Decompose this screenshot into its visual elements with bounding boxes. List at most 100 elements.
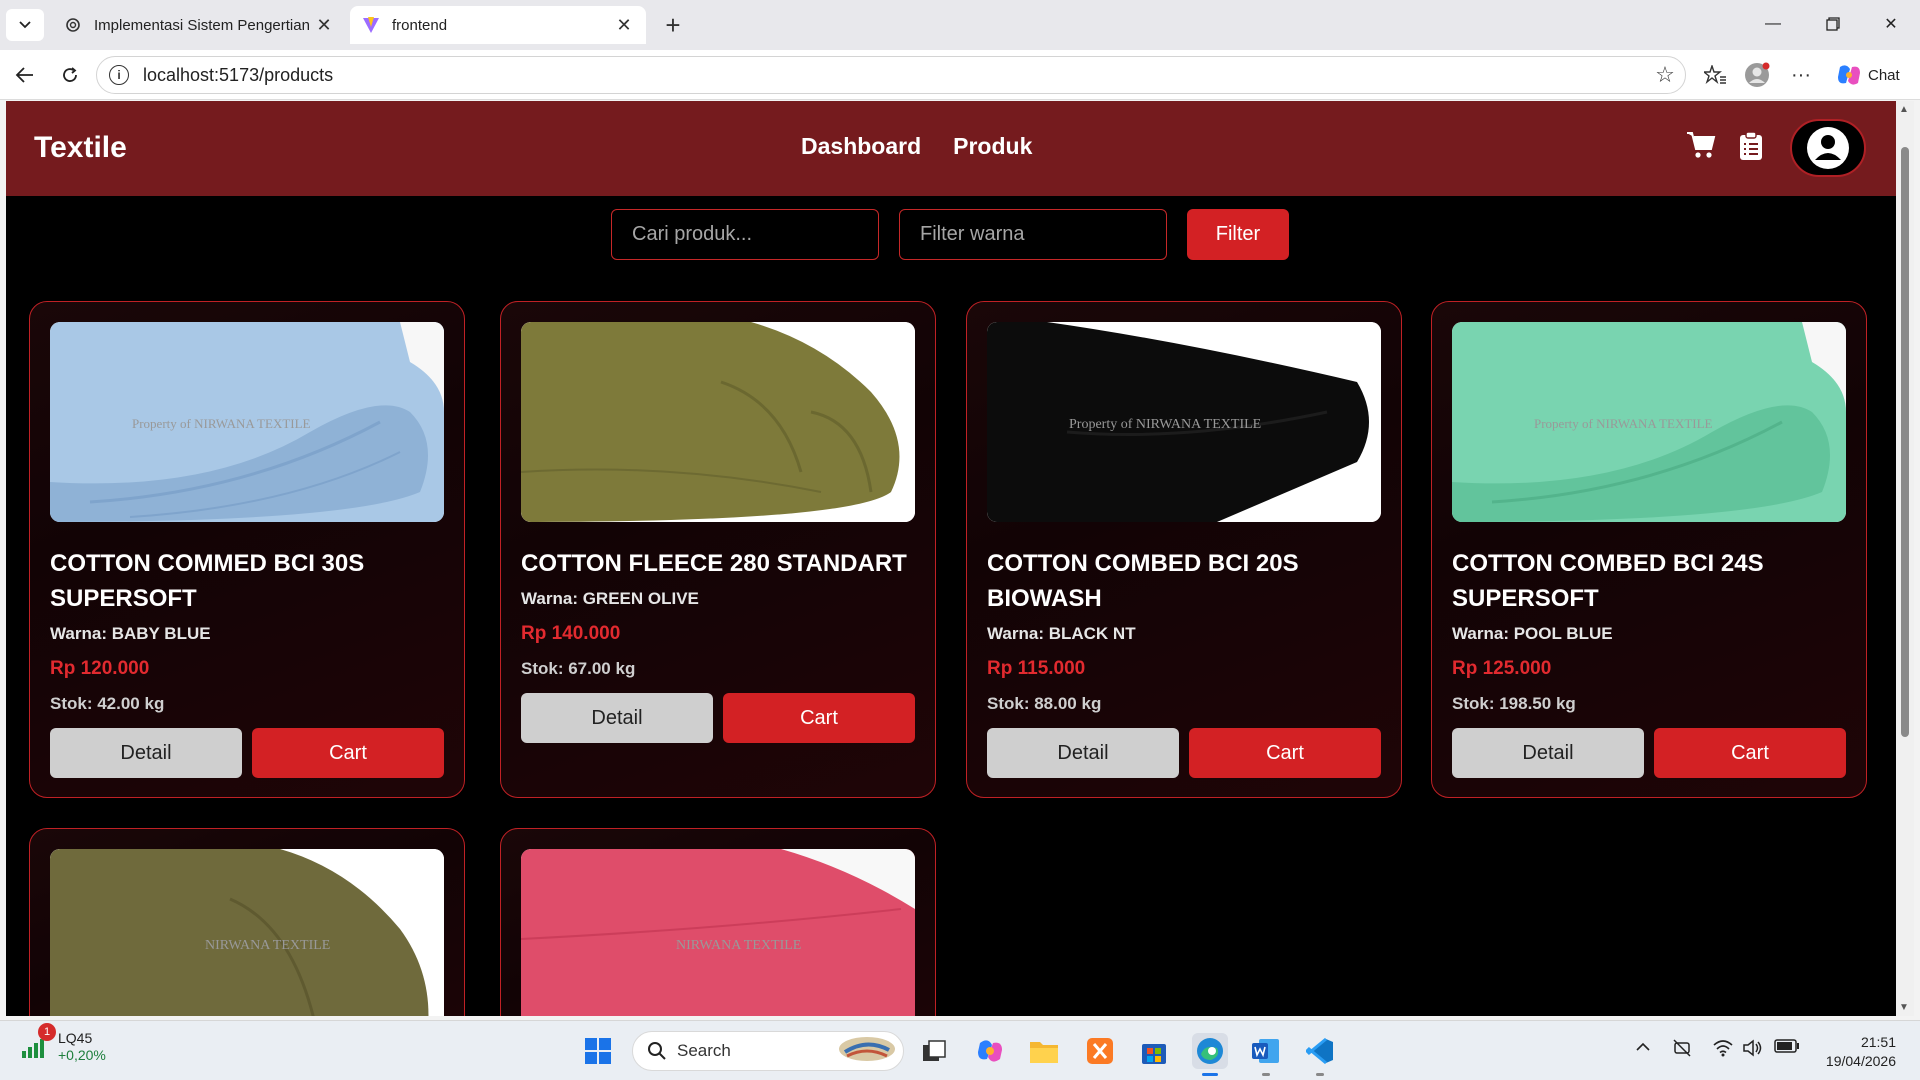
cart-icon[interactable]	[1686, 131, 1716, 164]
search-highlight-icon	[837, 1034, 897, 1069]
more-options-icon[interactable]: ···	[1786, 60, 1816, 90]
stock-ticker: LQ45	[58, 1030, 93, 1046]
product-image[interactable]: Property of NIRWANA TEXTILE	[987, 322, 1381, 522]
product-price: Rp 140.000	[521, 623, 621, 644]
search-product-input[interactable]	[611, 209, 879, 260]
maximize-button[interactable]	[1804, 6, 1862, 42]
detail-button[interactable]: Detail	[1452, 728, 1644, 778]
brand-logo[interactable]: Textile	[34, 131, 127, 165]
product-stock: Stok: 42.00 kg	[50, 694, 165, 713]
copilot-icon	[1838, 65, 1860, 85]
product-image[interactable]: NIRWANA TEXTILE	[521, 849, 915, 1016]
copilot-chat-button[interactable]: Chat	[1832, 60, 1912, 90]
product-price: Rp 120.000	[50, 658, 150, 679]
task-view-icon[interactable]	[916, 1033, 952, 1069]
color-filter-input[interactable]	[899, 209, 1167, 260]
location-off-icon[interactable]	[1672, 1039, 1692, 1062]
new-tab-button[interactable]: +	[656, 10, 690, 40]
favorites-icon[interactable]	[1700, 60, 1730, 90]
close-tab-icon[interactable]: ✕	[314, 15, 334, 36]
battery-icon[interactable]	[1774, 1039, 1800, 1058]
url-field[interactable]: i localhost:5173/products ☆	[96, 56, 1686, 94]
url-text[interactable]: localhost:5173/products	[143, 65, 1651, 86]
windows-taskbar: 1 LQ45 +0,20% Search 21:51 19/04/2026	[0, 1020, 1920, 1080]
word-icon[interactable]	[1248, 1033, 1284, 1076]
product-image[interactable]: NIRWANA TEXTILE	[50, 849, 444, 1016]
edge-browser-icon[interactable]	[1192, 1033, 1228, 1076]
product-image[interactable]: Property of NIRWANA TEXTILE	[50, 322, 444, 522]
scroll-up-arrow-icon[interactable]: ▲	[1899, 104, 1909, 115]
product-actions: Detail Cart	[50, 728, 444, 778]
product-name: COTTON FLEECE 280 STANDART	[521, 550, 907, 577]
chat-label: Chat	[1868, 66, 1900, 84]
browser-tab-strip: Implementasi Sistem Pengertian ✕ fronten…	[0, 0, 1920, 50]
system-clock[interactable]: 21:51 19/04/2026	[1816, 1033, 1896, 1071]
close-window-button[interactable]: ✕	[1862, 6, 1920, 42]
search-icon	[648, 1042, 666, 1060]
page-viewport: Textile Dashboard Produk Filter	[6, 101, 1896, 1016]
product-name: COTTON COMBED BCI 24S SUPERSOFT	[1452, 550, 1764, 612]
user-avatar-button[interactable]	[1790, 119, 1866, 177]
nav-dashboard-link[interactable]: Dashboard	[801, 133, 921, 160]
product-card: Property of NIRWANA TEXTILE COTTON COMME…	[29, 301, 465, 798]
product-image[interactable]: Property of NIRWANA TEXTILE	[1452, 322, 1846, 522]
stock-widget[interactable]: 1 LQ45 +0,20%	[20, 1023, 106, 1063]
profile-icon[interactable]	[1742, 60, 1772, 90]
watermark-text: NIRWANA TEXTILE	[205, 938, 330, 953]
scrollbar-thumb[interactable]	[1901, 147, 1909, 737]
product-stock: Stok: 198.50 kg	[1452, 694, 1576, 713]
back-arrow-icon	[15, 67, 33, 83]
add-to-cart-button[interactable]: Cart	[1189, 728, 1381, 778]
product-card: NIRWANA TEXTILE	[500, 828, 936, 1016]
close-tab-icon[interactable]: ✕	[614, 15, 634, 36]
product-info: COTTON COMBED BCI 20S BIOWASH Warna: BLA…	[987, 546, 1377, 721]
page-scrollbar[interactable]: ▲ ▼	[1896, 101, 1914, 1016]
site-info-icon[interactable]: i	[109, 65, 129, 85]
product-color: Warna: GREEN OLIVE	[521, 589, 699, 608]
product-image[interactable]	[521, 322, 915, 522]
taskbar-search[interactable]: Search	[632, 1031, 904, 1071]
running-app-indicator	[1262, 1073, 1270, 1076]
product-info: COTTON FLEECE 280 STANDART Warna: GREEN …	[521, 546, 911, 686]
product-price: Rp 115.000	[987, 658, 1086, 679]
minimize-button[interactable]: —	[1744, 6, 1802, 42]
add-to-cart-button[interactable]: Cart	[252, 728, 444, 778]
reload-button[interactable]	[54, 59, 86, 91]
app-navbar: Textile Dashboard Produk	[6, 101, 1896, 196]
browser-tab-inactive[interactable]: Implementasi Sistem Pengertian ✕	[52, 6, 346, 44]
chevron-down-icon	[19, 21, 31, 29]
filter-button[interactable]: Filter	[1187, 209, 1289, 260]
product-name: COTTON COMMED BCI 30S SUPERSOFT	[50, 550, 365, 612]
product-card: Property of NIRWANA TEXTILE COTTON COMBE…	[966, 301, 1402, 798]
nav-links: Dashboard Produk	[801, 133, 1032, 160]
detail-button[interactable]: Detail	[987, 728, 1179, 778]
scroll-down-arrow-icon[interactable]: ▼	[1899, 1002, 1909, 1013]
vscode-icon[interactable]	[1302, 1033, 1338, 1076]
product-color: Warna: POOL BLUE	[1452, 624, 1613, 643]
clock-time: 21:51	[1860, 1034, 1896, 1050]
nav-produk-link[interactable]: Produk	[953, 133, 1032, 160]
show-hidden-icons-chevron-icon[interactable]	[1635, 1039, 1651, 1057]
detail-button[interactable]: Detail	[521, 693, 713, 743]
orders-clipboard-icon[interactable]	[1739, 131, 1763, 166]
bookmark-star-icon[interactable]: ☆	[1651, 62, 1679, 88]
add-to-cart-button[interactable]: Cart	[723, 693, 915, 743]
xampp-icon[interactable]	[1082, 1033, 1118, 1069]
detail-button[interactable]: Detail	[50, 728, 242, 778]
watermark-text: Property of NIRWANA TEXTILE	[132, 416, 311, 431]
wifi-icon[interactable]	[1712, 1039, 1734, 1062]
tab-list-button[interactable]	[6, 9, 44, 41]
windows-logo-icon	[585, 1038, 611, 1064]
microsoft-store-icon[interactable]	[1136, 1033, 1172, 1069]
product-color: Warna: BABY BLUE	[50, 624, 211, 643]
product-actions: Detail Cart	[1452, 728, 1846, 778]
start-button[interactable]	[580, 1033, 616, 1069]
add-to-cart-button[interactable]: Cart	[1654, 728, 1846, 778]
file-explorer-icon[interactable]	[1026, 1033, 1062, 1069]
back-button[interactable]	[9, 59, 41, 91]
volume-icon[interactable]	[1742, 1039, 1764, 1062]
product-stock: Stok: 67.00 kg	[521, 659, 636, 678]
copilot-app-icon[interactable]	[972, 1033, 1008, 1069]
product-card: Property of NIRWANA TEXTILE COTTON COMBE…	[1431, 301, 1867, 798]
browser-tab-active[interactable]: frontend ✕	[350, 6, 646, 44]
